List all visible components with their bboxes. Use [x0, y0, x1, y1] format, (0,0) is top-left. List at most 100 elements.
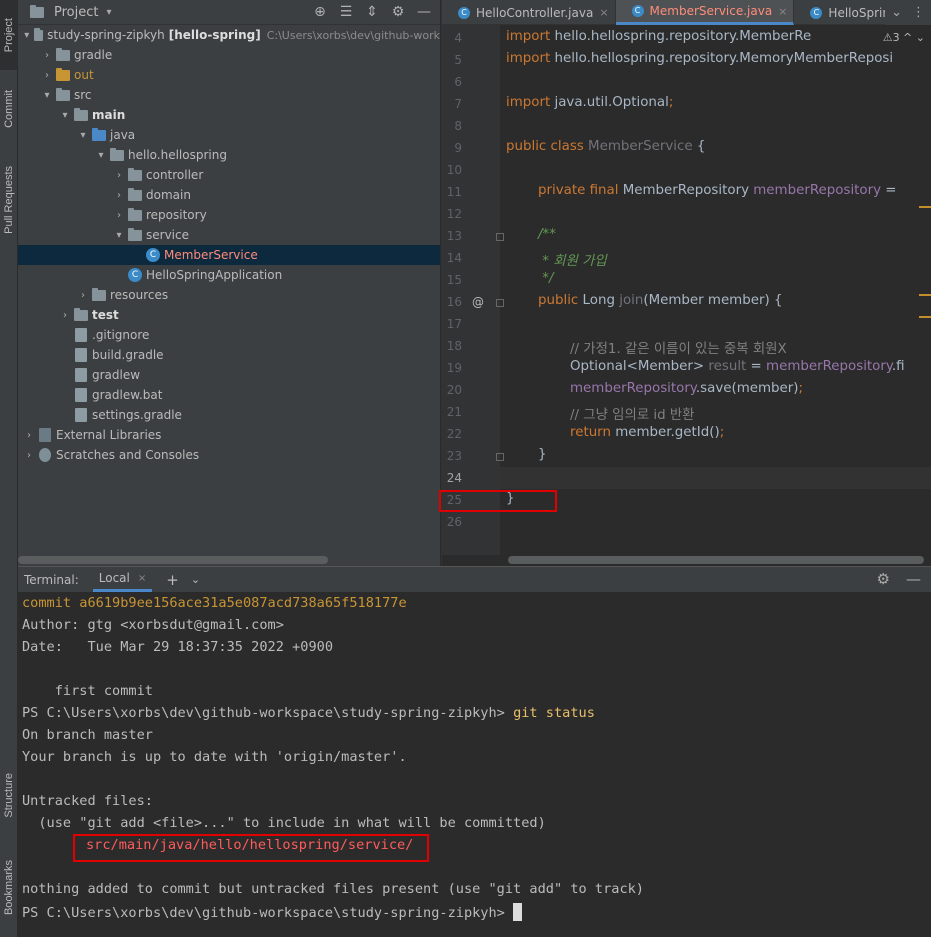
- chevron-right-icon[interactable]: ›: [76, 290, 90, 301]
- warning-stripe-mark[interactable]: [919, 206, 931, 208]
- chevron-right-icon[interactable]: ›: [112, 170, 126, 181]
- code-line: // 그냥 임의로 id 반환: [570, 408, 695, 423]
- tree-item[interactable]: › controller: [18, 165, 440, 185]
- tree-item[interactable]: › External Libraries: [18, 425, 440, 445]
- terminal-line: On branch master: [22, 727, 153, 743]
- code-line: */: [538, 271, 554, 286]
- file-icon: [75, 328, 87, 342]
- tree-item[interactable]: › domain: [18, 185, 440, 205]
- tree-item[interactable]: settings.gradle: [18, 405, 440, 425]
- code-line: public class MemberService {: [506, 139, 706, 154]
- close-icon[interactable]: ×: [599, 6, 608, 19]
- tree-item[interactable]: build.gradle: [18, 345, 440, 365]
- line-number: 16: [446, 295, 462, 309]
- left-tool-strip: Project Commit Pull Requests Structure B…: [0, 0, 18, 937]
- project-horizontal-scrollbar[interactable]: [18, 556, 328, 564]
- inspection-widget[interactable]: ⚠3 ^ ⌄: [880, 31, 927, 44]
- tree-item[interactable]: › gradle: [18, 45, 440, 65]
- tree-item[interactable]: ▾ main: [18, 105, 440, 125]
- folder-icon: [92, 127, 106, 141]
- terminal-panel: Terminal: Local × + ⌄ ⚙ — commit a6619b9e…: [18, 566, 931, 937]
- tab-local[interactable]: Local ×: [92, 567, 153, 592]
- folder-icon: [92, 287, 106, 301]
- tree-item-label: Scratches and Consoles: [56, 448, 200, 462]
- structure-tool-tab[interactable]: Structure: [0, 760, 18, 830]
- tab-local-label: Local: [98, 571, 130, 585]
- tree-item[interactable]: C HelloSpringApplication: [18, 265, 440, 285]
- terminal-line: first commit: [22, 683, 153, 699]
- line-number: 14: [446, 251, 462, 265]
- gear-icon[interactable]: ⚙: [390, 3, 406, 21]
- chevron-down-icon[interactable]: ▾: [112, 230, 126, 241]
- implements-marker-icon[interactable]: @: [472, 295, 484, 309]
- tab-member-service[interactable]: C MemberService.java ×: [615, 0, 795, 25]
- hide-panel-icon[interactable]: —: [416, 3, 432, 21]
- tree-item[interactable]: ▾ service: [18, 225, 440, 245]
- fold-marker-icon[interactable]: [496, 299, 504, 307]
- tree-item[interactable]: ▾ study-spring-zipkyh [hello-spring] C:\Use…: [18, 25, 440, 45]
- chevron-right-icon[interactable]: ›: [40, 50, 54, 61]
- tabs-dropdown-icon[interactable]: ⌄: [891, 5, 902, 20]
- tree-item[interactable]: gradlew: [18, 365, 440, 385]
- warning-stripe-mark[interactable]: [919, 294, 931, 296]
- chevron-down-icon[interactable]: ▾: [94, 150, 108, 161]
- tree-item[interactable]: › Scratches and Consoles: [18, 445, 440, 465]
- chevron-down-icon[interactable]: ▾: [22, 30, 32, 41]
- fold-marker-icon[interactable]: [496, 233, 504, 241]
- editor-horizontal-scrollbar[interactable]: [508, 556, 924, 564]
- chevron-down-icon[interactable]: ▾: [40, 90, 54, 101]
- new-tab-icon[interactable]: +: [166, 571, 179, 589]
- collapse-all-icon[interactable]: ☰: [338, 3, 354, 21]
- close-icon[interactable]: ×: [138, 573, 146, 584]
- folder-icon: [74, 307, 88, 321]
- tree-item[interactable]: ▾ java: [18, 125, 440, 145]
- code-line: import hello.hellospring.repository.Memb…: [506, 29, 812, 44]
- folder-icon: [110, 147, 124, 161]
- chevron-right-icon[interactable]: ›: [112, 210, 126, 221]
- scratches-icon: [39, 448, 51, 462]
- chevron-right-icon[interactable]: ›: [22, 430, 36, 441]
- tab-hello-controller[interactable]: C HelloController.java ×: [442, 0, 616, 25]
- chevron-right-icon[interactable]: ›: [22, 450, 36, 461]
- chevron-down-icon[interactable]: ▾: [58, 110, 72, 121]
- project-tree: ▾ study-spring-zipkyh [hello-spring] C:\Use…: [18, 25, 440, 465]
- chevron-right-icon[interactable]: ›: [112, 190, 126, 201]
- tree-item[interactable]: › out: [18, 65, 440, 85]
- highlight-box-untracked-file: [73, 834, 429, 862]
- project-tool-tab[interactable]: Project: [0, 0, 18, 70]
- tree-item[interactable]: C MemberService: [18, 245, 440, 265]
- tree-item[interactable]: › resources: [18, 285, 440, 305]
- tree-item[interactable]: .gitignore: [18, 325, 440, 345]
- more-actions-icon[interactable]: ⋮: [912, 5, 925, 20]
- commit-tool-tab[interactable]: Commit: [0, 74, 18, 144]
- chevron-right-icon[interactable]: ›: [40, 70, 54, 81]
- commit-tool-label: Commit: [3, 90, 15, 128]
- module-name: [hello-spring]: [168, 28, 261, 42]
- bookmarks-tool-label: Bookmarks: [3, 859, 15, 916]
- current-line-highlight: [500, 467, 931, 489]
- project-path: C:\Users\xorbs\dev\github-work: [266, 28, 440, 42]
- gear-icon[interactable]: ⚙: [877, 570, 890, 588]
- minimize-icon[interactable]: —: [906, 570, 921, 588]
- tree-item[interactable]: › test: [18, 305, 440, 325]
- chevron-down-icon[interactable]: ▾: [106, 7, 111, 18]
- project-panel-title[interactable]: Project: [54, 5, 98, 20]
- tree-item[interactable]: › repository: [18, 205, 440, 225]
- pull-requests-tool-tab[interactable]: Pull Requests: [0, 152, 18, 247]
- folder-icon: [56, 67, 70, 81]
- tree-item[interactable]: ▾ hello.hellospring: [18, 145, 440, 165]
- locate-file-icon[interactable]: ⊕: [312, 3, 328, 21]
- warning-stripe-mark[interactable]: [919, 316, 931, 318]
- close-icon[interactable]: ×: [778, 5, 787, 18]
- chevron-down-icon[interactable]: ⌄: [191, 573, 200, 586]
- line-number: 26: [446, 515, 462, 529]
- chevron-right-icon[interactable]: ›: [58, 310, 72, 321]
- fold-marker-icon[interactable]: [496, 453, 504, 461]
- bookmarks-tool-tab[interactable]: Bookmarks: [0, 845, 18, 930]
- expand-all-icon[interactable]: ⇕: [364, 3, 380, 21]
- tree-item[interactable]: gradlew.bat: [18, 385, 440, 405]
- chevron-down-icon[interactable]: ▾: [76, 130, 90, 141]
- terminal-line: Untracked files:: [22, 793, 153, 809]
- project-tool-label: Project: [3, 17, 15, 53]
- tree-item[interactable]: ▾ src: [18, 85, 440, 105]
